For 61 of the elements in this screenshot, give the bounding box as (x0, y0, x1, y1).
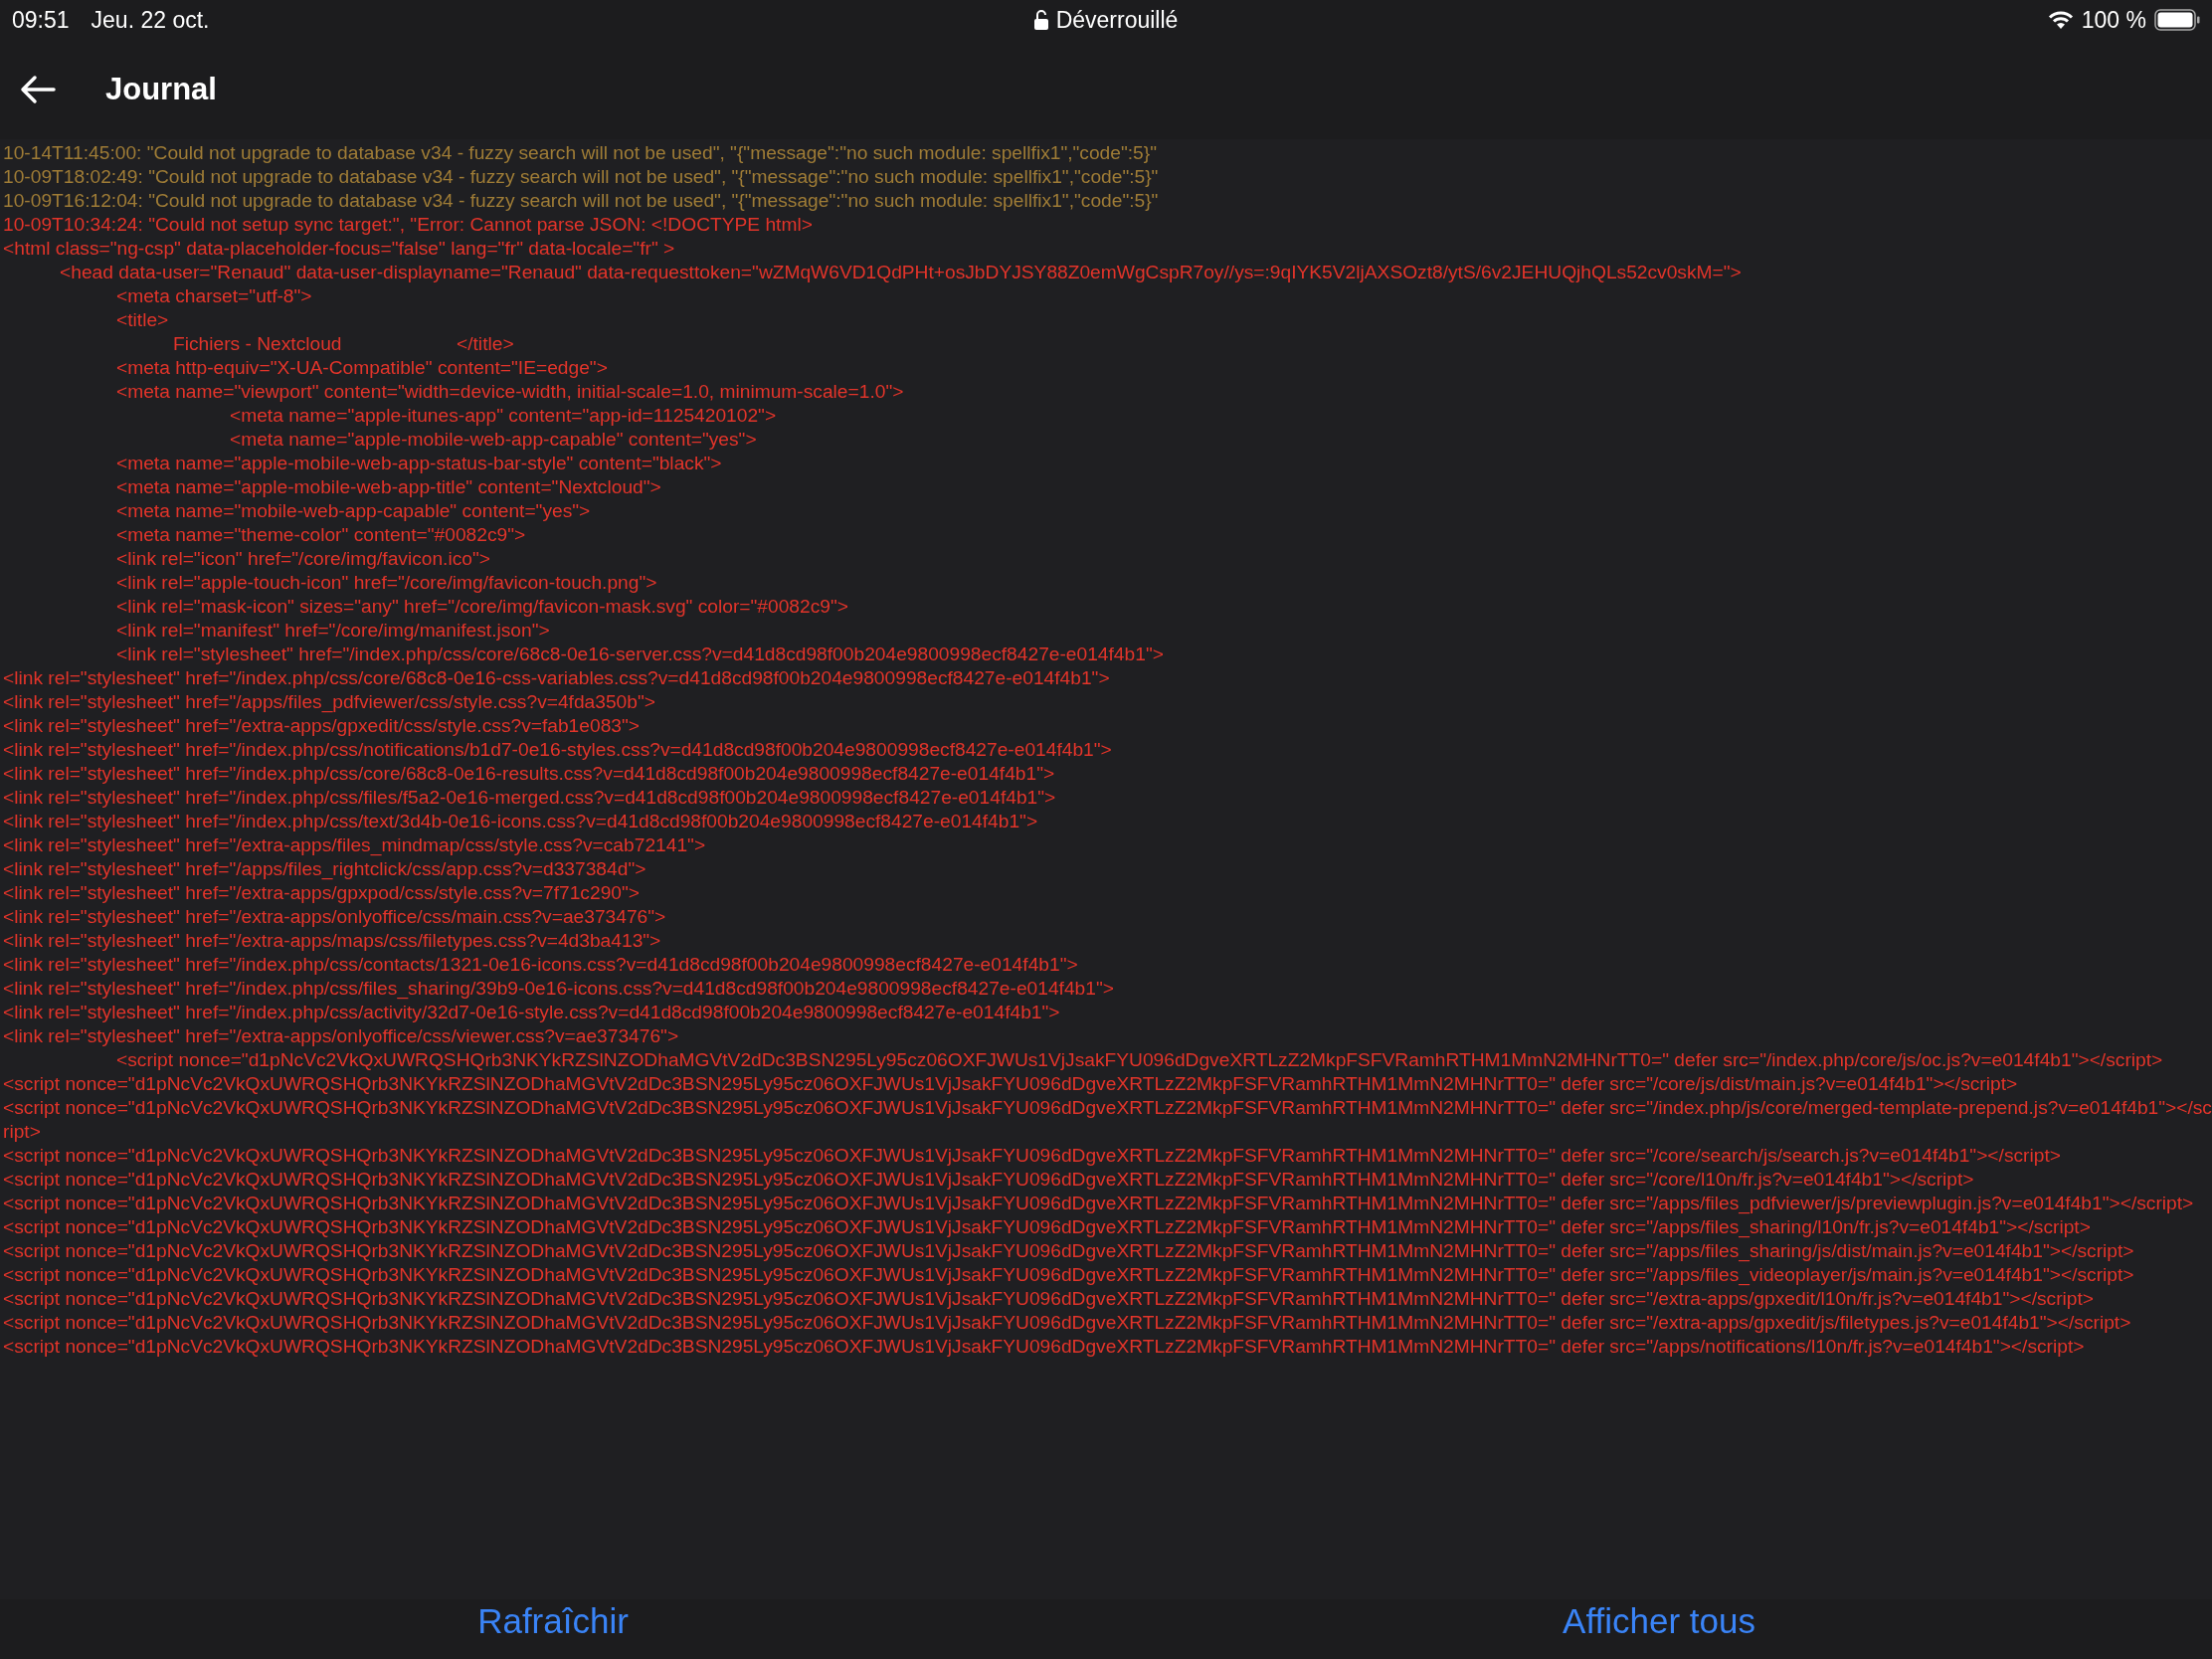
log-line: <link rel="stylesheet" href="/apps/files_rightclick/css/app.css?v=d337384d"> (3, 857, 647, 881)
log-line: <meta name="mobile-web-app-capable" content="yes"> (115, 499, 592, 523)
log-line: <link rel="stylesheet" href="/index.php/css/text/3d4b-0e16-icons.css?v=d41d8cd98f00b204e9800998ecf8427e-e014f4b1"> (3, 810, 1039, 833)
log-line: <script nonce="d1pNcVc2VkQxUWRQSHQrb3NKYkRZSlNZODhaMGVtV2dDc3BSN295Ly95cz06OXFJWUs1VjJsakFYU096dDgveXRTLzZ2MkpFSFVRamhRTHM1MmN2MHNrTT0=" defer src="/extra-apps/gpxedit/l10n/fr.js?v=e014f4b1"></script> (3, 1287, 2096, 1311)
log-line: <script nonce="d1pNcVc2VkQxUWRQSHQrb3NKYkRZSlNZODhaMGVtV2dDc3BSN295Ly95cz06OXFJWUs1VjJsakFYU096dDgveXRTLzZ2MkpFSFVRamhRTHM1MmN2MHNrTT0=" defer src="/apps/files_pdfviewer/js/previewplugin.js?v=e014f4b1"></script> (3, 1192, 2195, 1215)
log-line: <meta name="theme-color" content="#0082c9"> (115, 523, 527, 547)
log-line: <link rel="stylesheet" href="/apps/files_pdfviewer/css/style.css?v=4fda350b"> (3, 690, 656, 714)
log-line: <link rel="stylesheet" href="/extra-apps/maps/css/filetypes.css?v=4d3ba413"> (3, 929, 662, 953)
log-line: <link rel="stylesheet" href="/index.php/css/contacts/1321-0e16-icons.css?v=d41d8cd98f00b204e9800998ecf8427e-e014f4b1"> (3, 953, 1079, 977)
log-line: <link rel="stylesheet" href="/index.php/css/files/f5a2-0e16-merged.css?v=d41d8cd98f00b204e9800998ecf8427e-e014f4b1"> (3, 786, 1057, 810)
screen-title: Journal (105, 72, 217, 107)
log-line: <script nonce="d1pNcVc2VkQxUWRQSHQrb3NKYkRZSlNZODhaMGVtV2dDc3BSN295Ly95cz06OXFJWUs1VjJsakFYU096dDgveXRTLzZ2MkpFSFVRamhRTHM1MmN2MHNrTT0=" defer src="/apps/files_videoplayer/js/main.js?v=e014f4b1"></script> (3, 1263, 2135, 1287)
log-line: <meta name="apple-itunes-app" content="app-id=1125420102"> (229, 404, 778, 428)
log-line: <script nonce="d1pNcVc2VkQxUWRQSHQrb3NKYkRZSlNZODhaMGVtV2dDc3BSN295Ly95cz06OXFJWUs1VjJsakFYU096dDgveXRTLzZ2MkpFSFVRamhRTHM1MmN2MHNrTT0=" defer src="/apps/files_sharing/l10n/fr.js?v=e014f4b1"></script> (3, 1215, 2092, 1239)
log-line: <meta name="apple-mobile-web-app-status-bar-style" content="black"> (115, 452, 723, 475)
log-line: <meta name="apple-mobile-web-app-capable" content="yes"> (229, 428, 758, 452)
lock-status: Déverrouillé (1055, 6, 1179, 34)
log-line: <script nonce="d1pNcVc2VkQxUWRQSHQrb3NKYkRZSlNZODhaMGVtV2dDc3BSN295Ly95cz06OXFJWUs1VjJsakFYU096dDgveXRTLzZ2MkpFSFVRamhRTHM1MmN2MHNrTT0=" defer src="/core/js/dist/main.js?v=e014f4b1"></script> (3, 1072, 2019, 1096)
log-line: 10-09T16:12:04: "Could not upgrade to database v34 - fuzzy search will not be used", "{"message":"no such module: spellfix1","code":5}" (3, 189, 1160, 213)
toolbar-button[interactable]: Afficher tous (1557, 1599, 1761, 1643)
status-date: Jeu. 22 oct. (91, 6, 210, 34)
log-line: <link rel="mask-icon" sizes="any" href="/core/img/favicon-mask.svg" color="#0082c9"> (115, 595, 849, 619)
log-line: <link rel="stylesheet" href="/extra-apps/gpxpod/css/style.css?v=7f71c290"> (3, 881, 641, 905)
status-time: 09:51 (12, 6, 70, 34)
log-line: <head data-user="Renaud" data-user-displayname="Renaud" data-requesttoken="wZMqW6VD1QdPHt+osJbDYJSY88Z0emWgCspR7oy//ys=:9qIYK5V2ljAXSOzt8/ytS/6v2JEHUQjhQLs52cv0skM="> (59, 261, 1743, 284)
battery-percent: 100 % (2081, 6, 2146, 34)
log-line: <link rel="stylesheet" href="/index.php/css/core/68c8-0e16-css-variables.css?v=d41d8cd98f00b204e9800998ecf8427e-e014f4b1"> (3, 666, 1111, 690)
log-line: 10-14T11:45:00: "Could not upgrade to database v34 - fuzzy search will not be used", "{"message":"no such module: spellfix1","code":5}" (3, 141, 1158, 165)
log-line: <html class="ng-csp" data-placeholder-focus="false" lang="fr" data-locale="fr" > (3, 237, 676, 261)
log-line: <link rel="apple-touch-icon" href="/core/img/favicon-touch.png"> (115, 571, 658, 595)
log-line: <link rel="stylesheet" href="/index.php/css/activity/32d7-0e16-style.css?v=d41d8cd98f00b204e9800998ecf8427e-e014f4b1"> (3, 1001, 1061, 1024)
log-line: <meta name="apple-mobile-web-app-title" content="Nextcloud"> (115, 475, 662, 499)
log-line: <link rel="stylesheet" href="/index.php/css/notifications/b1d7-0e16-styles.css?v=d41d8cd98f00b204e9800998ecf8427e-e014f4b1"> (3, 738, 1113, 762)
log-line: <script nonce="d1pNcVc2VkQxUWRQSHQrb3NKYkRZSlNZODhaMGVtV2dDc3BSN295Ly95cz06OXFJWUs1VjJsakFYU096dDgveXRTLzZ2MkpFSFVRamhRTHM1MmN2MHNrTT0=" defer src="/apps/files_sharing/js/dist/main.js?v=e014f4b1"></script> (3, 1239, 2135, 1263)
log-line: <script nonce="d1pNcVc2VkQxUWRQSHQrb3NKYkRZSlNZODhaMGVtV2dDc3BSN295Ly95cz06OXFJWUs1VjJsakFYU096dDgveXRTLzZ2MkpFSFVRamhRTHM1MmN2MHNrTT0=" defer src="/index.php/core/js/oc.js?v=e014f4b1"></script> (115, 1048, 2164, 1072)
log-line: 10-09T10:34:24: "Could not setup sync target:", "Error: Cannot parse JSON: <!DOCTYPE html> (3, 213, 814, 237)
log-line: <title> (115, 308, 170, 332)
battery-icon (2154, 9, 2200, 31)
log-line: <link rel="stylesheet" href="/index.php/css/files_sharing/39b9-0e16-icons.css?v=d41d8cd98f00b204e9800998ecf8427e-e014f4b1"> (3, 977, 1115, 1001)
log-line: <link rel="stylesheet" href="/extra-apps/onlyoffice/css/viewer.css?v=ae373476"> (3, 1024, 680, 1048)
log-line: <meta http-equiv="X-UA-Compatible" content="IE=edge"> (115, 356, 609, 380)
back-arrow-icon (20, 75, 56, 104)
unlocked-padlock-icon (1033, 10, 1048, 30)
log-line: <script nonce="d1pNcVc2VkQxUWRQSHQrb3NKYkRZSlNZODhaMGVtV2dDc3BSN295Ly95cz06OXFJWUs1VjJsakFYU096dDgveXRTLzZ2MkpFSFVRamhRTHM1MmN2MHNrTT0=" defer src="/core/search/js/search.js?v=e014f4b1"></script> (3, 1144, 2062, 1168)
log-line: <script nonce="d1pNcVc2VkQxUWRQSHQrb3NKYkRZSlNZODhaMGVtV2dDc3BSN295Ly95cz06OXFJWUs1VjJsakFYU096dDgveXRTLzZ2MkpFSFVRamhRTHM1MmN2MHNrTT0=" defer src="/apps/notifications/l10n/fr.js?v=e014f4b1"></script> (3, 1335, 2086, 1359)
log-line: <script nonce="d1pNcVc2VkQxUWRQSHQrb3NKYkRZSlNZODhaMGVtV2dDc3BSN295Ly95cz06OXFJWUs1VjJsakFYU096dDgveXRTLzZ2MkpFSFVRamhRTHM1MmN2MHNrTT0=" defer src="/extra-apps/gpxedit/js/filetypes.js?v=e014f4b1"></script> (3, 1311, 2132, 1335)
log-line: <link rel="stylesheet" href="/extra-apps/onlyoffice/css/main.css?v=ae373476"> (3, 905, 667, 929)
log-line: <link rel="stylesheet" href="/index.php/css/core/68c8-0e16-server.css?v=d41d8cd98f00b204e9800998ecf8427e-e014f4b1"> (115, 643, 1165, 666)
toolbar-button[interactable]: Rafraîchir (471, 1599, 635, 1643)
log-line: <script nonce="d1pNcVc2VkQxUWRQSHQrb3NKYkRZSlNZODhaMGVtV2dDc3BSN295Ly95cz06OXFJWUs1VjJsakFYU096dDgveXRTLzZ2MkpFSFVRamhRTHM1MmN2MHNrTT0=" defer src="/core/l10n/fr.js?v=e014f4b1"></script> (3, 1168, 1975, 1192)
log-line: Fichiers - Nextcloud </title> (172, 332, 515, 356)
log-line: <script nonce="d1pNcVc2VkQxUWRQSHQrb3NKYkRZSlNZODhaMGVtV2dDc3BSN295Ly95cz06OXFJWUs1VjJsakFYU096dDgveXRTLzZ2MkpFSFVRamhRTHM1MmN2MHNrTT0=" defer src="/index.php/js/core/merged-template-prepend.js?v=e014f4b1"></script> (3, 1096, 2212, 1144)
log-line: 10-09T18:02:49: "Could not upgrade to database v34 - fuzzy search will not be used", "{"message":"no such module: spellfix1","code":5}" (3, 165, 1160, 189)
wifi-icon (2047, 10, 2074, 30)
log-line: <link rel="icon" href="/core/img/favicon.ico"> (115, 547, 491, 571)
log-line: <meta name="viewport" content="width=device-width, initial-scale=1.0, minimum-scale=1.0"> (115, 380, 905, 404)
log-line: <link rel="stylesheet" href="/index.php/css/core/68c8-0e16-results.css?v=d41d8cd98f00b204e9800998ecf8427e-e014f4b1"> (3, 762, 1056, 786)
log-line: <link rel="manifest" href="/core/img/manifest.json"> (115, 619, 551, 643)
log-line: <meta charset="utf-8"> (115, 284, 313, 308)
log-line: <link rel="stylesheet" href="/extra-apps/files_mindmap/css/style.css?v=cab72141"> (3, 833, 707, 857)
log-line: <link rel="stylesheet" href="/extra-apps/gpxedit/css/style.css?v=fab1e083"> (3, 714, 641, 738)
